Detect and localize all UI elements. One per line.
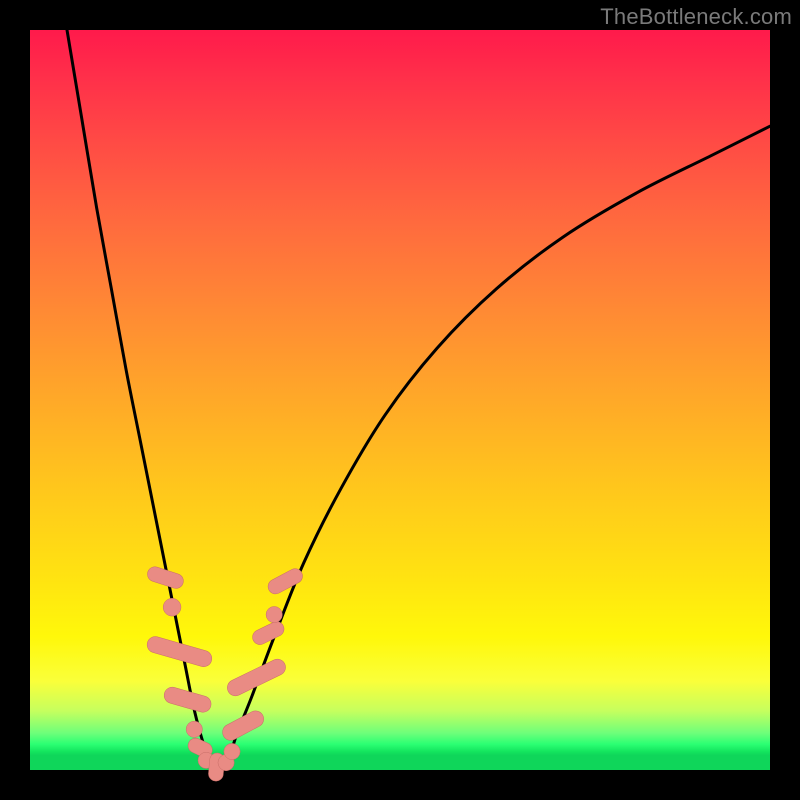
chart-svg [30, 30, 770, 770]
plot-area [30, 30, 770, 770]
curve-markers [145, 565, 305, 782]
marker-circle [224, 743, 240, 759]
marker-circle [163, 598, 181, 616]
marker-circle [186, 721, 202, 737]
marker-pill [162, 685, 213, 714]
marker-pill [265, 566, 305, 596]
marker-pill [220, 708, 267, 743]
marker-pill [250, 619, 286, 647]
marker-circle [266, 606, 282, 622]
watermark-text: TheBottleneck.com [600, 4, 792, 30]
chart-frame: TheBottleneck.com [0, 0, 800, 800]
marker-pill [225, 656, 289, 698]
